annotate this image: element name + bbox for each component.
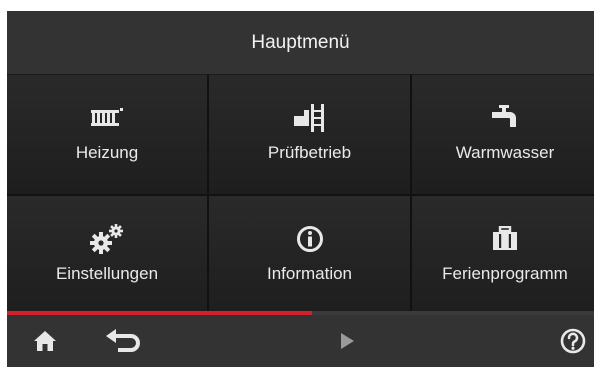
menu-tile-label: Ferienprogramm — [442, 264, 568, 283]
back-button[interactable] — [99, 315, 149, 367]
help-button[interactable] — [556, 315, 590, 367]
menu-tile-warmwasser[interactable]: Warmwasser — [412, 75, 594, 194]
chimney-ladder-icon — [293, 101, 326, 135]
home-button[interactable] — [25, 315, 65, 367]
menu-tile-ferienprogramm[interactable]: Ferienprogramm — [412, 196, 594, 315]
menu-tile-label: Heizung — [75, 143, 139, 162]
info-icon — [296, 222, 324, 256]
bottom-toolbar — [7, 315, 594, 367]
next-button[interactable] — [327, 315, 367, 367]
gears-icon — [89, 222, 125, 256]
radiator-icon — [91, 101, 123, 135]
help-icon — [560, 328, 586, 354]
menu-tile-einstellungen[interactable]: Einstellungen — [7, 196, 207, 315]
menu-tile-label: Prüfbetrieb — [267, 143, 352, 162]
device-screen: Hauptmenü Heizung Prüfbetrieb Warmwasser… — [7, 11, 594, 367]
suitcase-icon — [492, 222, 518, 256]
back-arrow-icon — [105, 328, 143, 354]
menu-tile-label: Einstellungen — [55, 264, 159, 283]
faucet-icon — [490, 101, 520, 135]
title-bar: Hauptmenü — [7, 11, 594, 75]
menu-tile-label: Warmwasser — [455, 143, 555, 162]
play-icon — [339, 332, 355, 350]
menu-tile-heizung[interactable]: Heizung — [7, 75, 207, 194]
menu-tile-information[interactable]: Information — [209, 196, 410, 315]
home-icon — [33, 330, 57, 352]
page-title: Hauptmenü — [251, 31, 350, 53]
menu-tile-pruefbetrieb[interactable]: Prüfbetrieb — [209, 75, 410, 194]
menu-tile-label: Information — [266, 264, 353, 283]
main-menu-grid: Heizung Prüfbetrieb Warmwasser Einstellu… — [7, 75, 594, 315]
